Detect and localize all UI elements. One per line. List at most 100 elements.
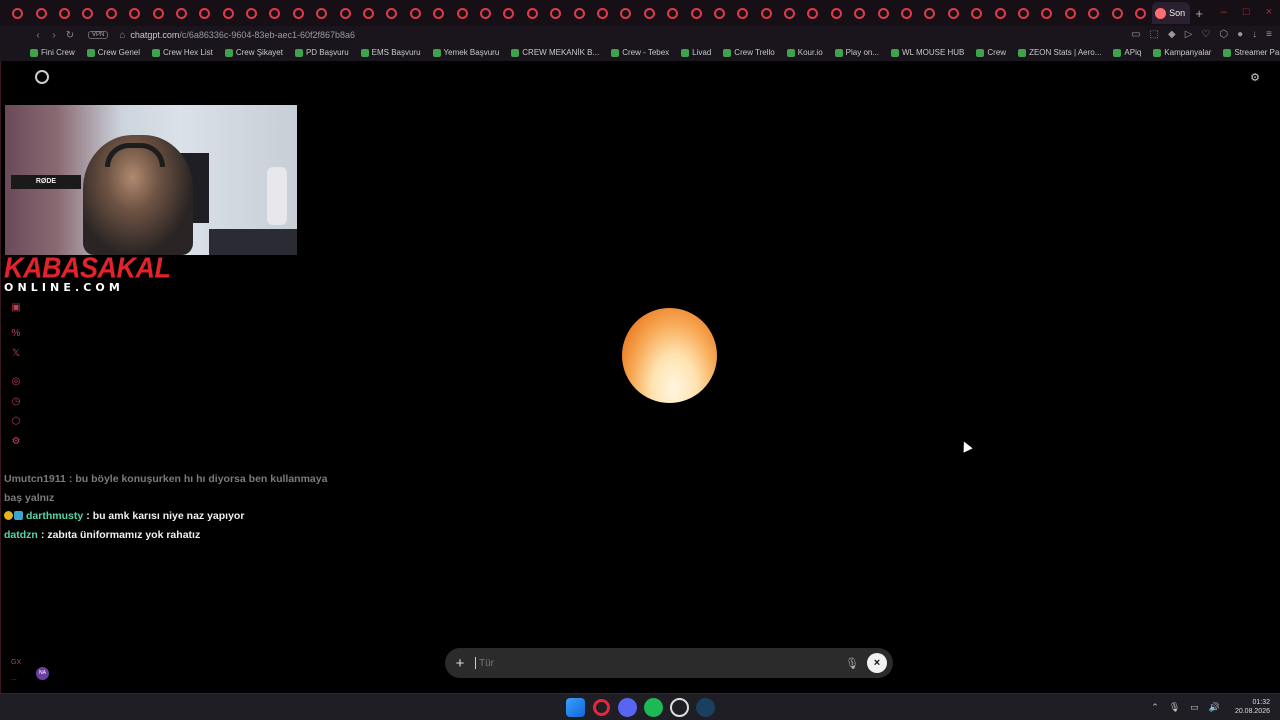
shield-icon[interactable]: ◆ — [1168, 29, 1176, 40]
bookmark-item[interactable]: Crew Genel — [86, 48, 140, 57]
spotify-taskbar-icon[interactable] — [644, 698, 663, 717]
sidebar-x-icon[interactable]: 𝕏 — [9, 347, 23, 361]
browser-tab[interactable] — [380, 2, 403, 24]
browser-tab[interactable] — [53, 2, 76, 24]
sidebar-cube-icon[interactable]: ⬡ — [9, 415, 23, 429]
browser-tab[interactable] — [895, 2, 918, 24]
browser-tab[interactable] — [1129, 2, 1152, 24]
close-window-icon[interactable]: × — [1266, 6, 1272, 18]
tray-mic-icon[interactable]: 🎙 — [1169, 702, 1180, 713]
browser-tab[interactable] — [193, 2, 216, 24]
taskbar-clock[interactable]: 01:32 20.08.2026 — [1235, 698, 1270, 716]
voice-settings-icon[interactable]: ⚙ — [1248, 71, 1262, 85]
bookmark-item[interactable]: Crew Hex List — [152, 48, 213, 57]
browser-tab[interactable] — [638, 2, 661, 24]
bookmark-item[interactable]: Yemek Başvuru — [432, 48, 499, 57]
browser-tab[interactable] — [988, 2, 1011, 24]
bookmark-icon[interactable]: ▭ — [1131, 29, 1140, 40]
browser-tab[interactable] — [450, 2, 473, 24]
chatgpt-logo-icon[interactable] — [35, 70, 49, 84]
browser-tab[interactable] — [825, 2, 848, 24]
bookmark-item[interactable]: Crew — [976, 48, 1006, 57]
bookmark-item[interactable]: Crew Şikayet — [224, 48, 283, 57]
play-icon[interactable]: ▷ — [1185, 29, 1193, 40]
browser-tab[interactable] — [567, 2, 590, 24]
sidebar-percent-icon[interactable]: % — [9, 327, 23, 341]
browser-tab[interactable] — [708, 2, 731, 24]
browser-tab[interactable] — [76, 2, 99, 24]
browser-tab[interactable] — [404, 2, 427, 24]
bookmark-item[interactable]: Fini Crew — [30, 48, 75, 57]
sidebar-settings-icon[interactable]: ⚙ — [9, 435, 23, 449]
browser-tab[interactable] — [474, 2, 497, 24]
browser-tab[interactable] — [755, 2, 778, 24]
user-avatar[interactable]: NA — [36, 667, 49, 680]
bookmark-item[interactable]: PD Başvuru — [294, 48, 349, 57]
extensions-icon[interactable]: ⬡ — [1219, 29, 1228, 40]
browser-tab[interactable] — [614, 2, 637, 24]
browser-tab[interactable] — [918, 2, 941, 24]
browser-tab[interactable] — [1105, 2, 1128, 24]
vpn-badge[interactable]: VPN — [88, 31, 109, 39]
menu-icon[interactable]: ≡ — [1266, 29, 1272, 40]
browser-tab[interactable] — [544, 2, 567, 24]
back-icon[interactable]: ‹ — [30, 30, 46, 41]
steam-taskbar-icon[interactable] — [696, 698, 715, 717]
browser-tab[interactable] — [146, 2, 169, 24]
browser-tab[interactable] — [661, 2, 684, 24]
mic-muted-icon[interactable]: 🎙 — [841, 657, 863, 670]
browser-tab[interactable] — [731, 2, 754, 24]
bookmark-item[interactable]: Crew Trello — [723, 48, 775, 57]
browser-tab[interactable] — [684, 2, 707, 24]
browser-tab[interactable] — [240, 2, 263, 24]
bookmark-item[interactable]: Livad — [681, 48, 711, 57]
browser-tab[interactable] — [123, 2, 146, 24]
tray-volume-icon[interactable]: 🔊 — [1209, 702, 1220, 713]
browser-tab[interactable] — [965, 2, 988, 24]
profile-icon[interactable]: ● — [1237, 29, 1243, 40]
browser-tab[interactable] — [1059, 2, 1082, 24]
browser-tab[interactable] — [100, 2, 123, 24]
heart-icon[interactable]: ♡ — [1201, 29, 1210, 40]
browser-tab[interactable] — [801, 2, 824, 24]
browser-tab[interactable] — [848, 2, 871, 24]
browser-tab[interactable] — [497, 2, 520, 24]
browser-tab[interactable] — [1012, 2, 1035, 24]
new-tab-button[interactable]: + — [1190, 6, 1208, 21]
bookmark-item[interactable]: Kour.io — [786, 48, 823, 57]
browser-tab[interactable] — [310, 2, 333, 24]
bookmark-item[interactable]: Crew - Tebex — [611, 48, 669, 57]
bookmark-item[interactable]: ZEON Stats | Aero... — [1018, 48, 1101, 57]
reload-icon[interactable]: ↻ — [62, 30, 78, 41]
active-tab[interactable]: Son — [1152, 2, 1191, 24]
url-host[interactable]: chatgpt.com — [130, 30, 179, 40]
url-path[interactable]: /c/6a86336c-9604-83eb-aec1-60f2f867b8a6 — [179, 30, 355, 40]
browser-tab[interactable] — [357, 2, 380, 24]
bookmark-item[interactable]: EMS Başvuru — [360, 48, 421, 57]
browser-tab[interactable] — [6, 2, 29, 24]
browser-tab[interactable] — [521, 2, 544, 24]
tray-network-icon[interactable]: ▭ — [1190, 702, 1199, 713]
browser-tab[interactable] — [591, 2, 614, 24]
add-attachment-button[interactable]: + — [445, 655, 475, 672]
bookmark-item[interactable]: APiq — [1113, 48, 1141, 57]
browser-tab[interactable] — [333, 2, 356, 24]
sidebar-target-icon[interactable]: ◎ — [9, 375, 23, 389]
browser-tab[interactable] — [427, 2, 450, 24]
tray-chevron-icon[interactable]: ⌃ — [1151, 702, 1159, 713]
browser-tab[interactable] — [29, 2, 52, 24]
chatgpt-taskbar-icon[interactable] — [670, 698, 689, 717]
sidebar-gx-label[interactable]: GX — [11, 659, 21, 666]
bookmark-item[interactable]: CREW MEKANİK B... — [511, 48, 599, 57]
opera-gx-taskbar-icon[interactable] — [593, 699, 610, 716]
snapshot-icon[interactable]: ⬚ — [1150, 29, 1159, 40]
browser-tab[interactable] — [287, 2, 310, 24]
browser-tab[interactable] — [778, 2, 801, 24]
sidebar-twitch-icon[interactable]: ▣ — [9, 301, 23, 315]
browser-tab[interactable] — [263, 2, 286, 24]
browser-tab[interactable] — [942, 2, 965, 24]
bookmark-item[interactable]: Play on... — [834, 48, 879, 57]
minimize-icon[interactable]: – — [1221, 6, 1227, 18]
bookmark-item[interactable]: WL MOUSE HUB — [891, 48, 964, 57]
end-voice-button[interactable]: × — [867, 653, 887, 673]
